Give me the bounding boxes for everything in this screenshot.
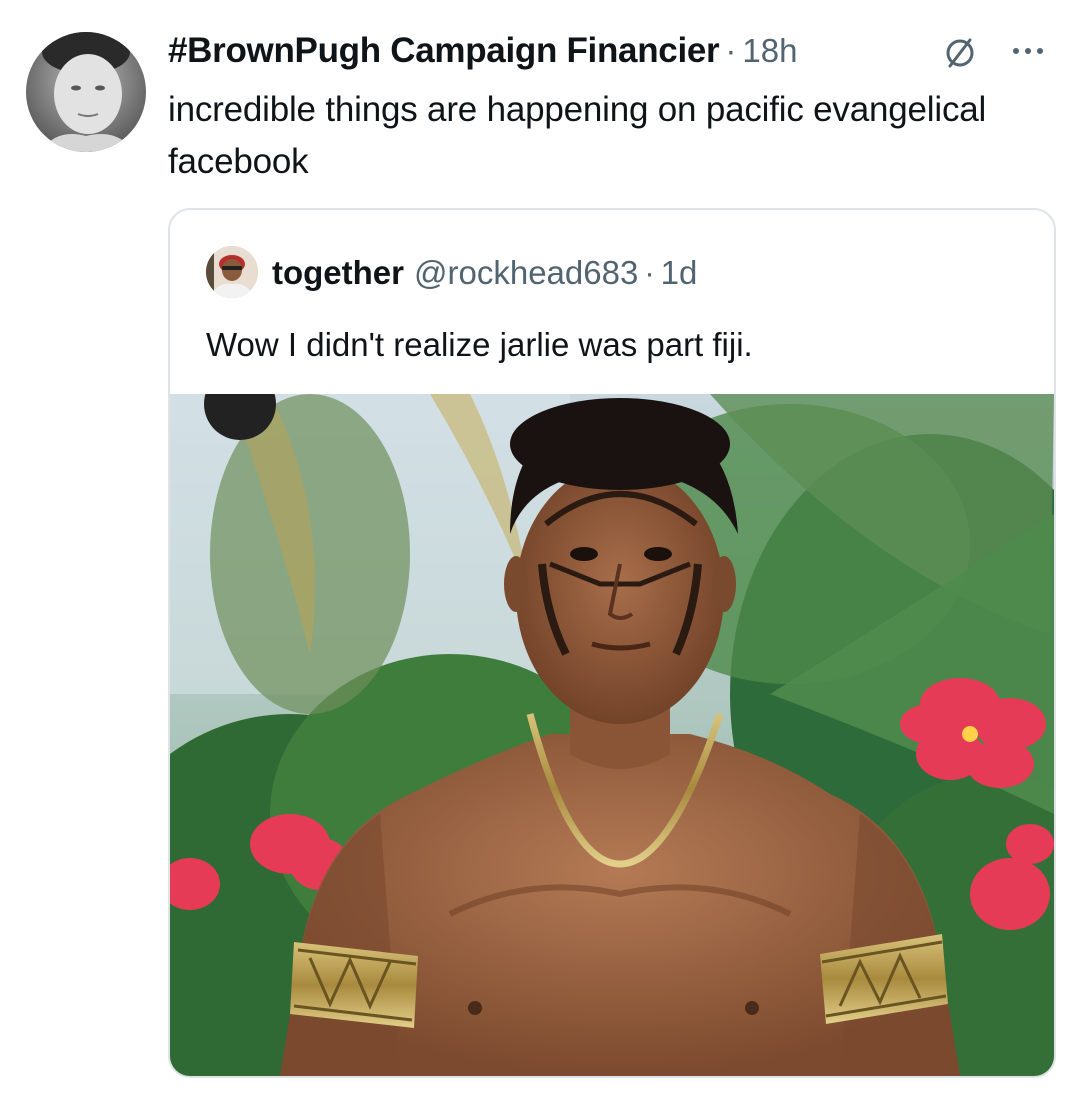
author-display-name[interactable]: #BrownPugh Campaign Financier [168,31,720,71]
tweet-text: incredible things are happening on pacif… [168,90,987,181]
quoted-avatar-photo-icon [206,246,258,298]
quoted-tweet-header: together @rockhead683 · 1d [272,248,697,298]
quoted-timestamp[interactable]: 1d [661,254,698,292]
author-avatar[interactable] [26,32,146,152]
photo-illustration [170,394,1054,1076]
circle-slash-icon [946,38,974,68]
tweet-header: #BrownPugh Campaign Financier · 18h [168,28,797,74]
header-separator: · [725,32,737,69]
quoted-tweet[interactable]: together @rockhead683 · 1d Wow I didn't … [168,208,1056,1078]
quoted-display-name[interactable]: together [272,254,404,292]
ellipsis-icon[interactable] [1008,38,1048,64]
quoted-tweet-text: Wow I didn't realize jarlie was part fij… [206,326,753,363]
quoted-author-avatar[interactable] [206,246,258,298]
avatar-photo-icon [26,32,146,152]
tweet: #BrownPugh Campaign Financier · 18h incr… [0,0,1080,1099]
quoted-media-photo[interactable] [170,394,1054,1076]
quoted-handle[interactable]: @rockhead683 [414,254,638,292]
tweet-timestamp[interactable]: 18h [742,32,797,70]
quoted-header-separator: · [644,255,655,290]
